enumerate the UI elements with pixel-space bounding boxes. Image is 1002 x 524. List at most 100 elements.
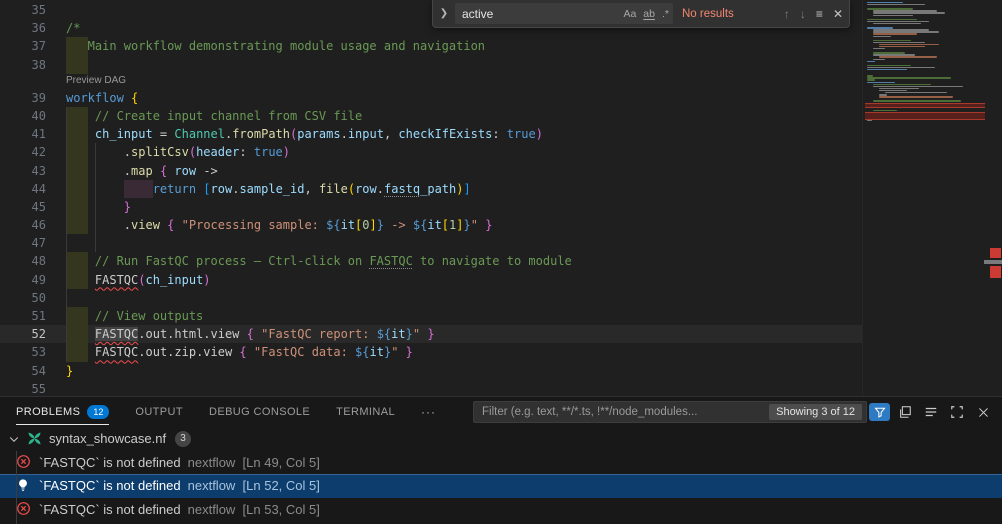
line-number: 55 (0, 380, 46, 396)
code-line-53[interactable]: 53 FASTQC.out.zip.view { "FastQC data: $… (0, 343, 1002, 361)
line-number: 46 (0, 216, 46, 234)
filter-funnel-icon[interactable] (869, 403, 890, 421)
bottom-panel: PROBLEMS 12 OUTPUT DEBUG CONSOLE TERMINA… (0, 396, 1002, 524)
close-icon[interactable]: ✕ (833, 7, 843, 21)
indent-guide (95, 143, 96, 252)
code-line-51[interactable]: 51 // View outputs (0, 307, 1002, 325)
find-input[interactable]: active Aa ab .* (455, 3, 673, 24)
lightbulb-icon (16, 478, 32, 494)
regex-icon[interactable]: .* (662, 8, 669, 20)
scope-band (66, 307, 88, 325)
code-line-50[interactable]: 50 (0, 289, 1002, 307)
line-number: 51 (0, 307, 46, 325)
minimap[interactable] (862, 0, 1002, 396)
error-icon (16, 454, 32, 470)
line-number: 52 (0, 325, 46, 343)
minimap-error-highlight (865, 112, 985, 120)
code-line-37[interactable]: 37 * Main workflow demonstrating module … (0, 37, 1002, 55)
line-number: 48 (0, 252, 46, 270)
chevron-down-icon[interactable] (6, 433, 22, 445)
scope-band (66, 107, 88, 125)
scope-band (66, 198, 88, 216)
problem-row[interactable]: `FASTQC` is not defined nextflow [Ln 49, … (0, 451, 1002, 475)
problem-message: `FASTQC` is not defined (39, 455, 181, 470)
find-in-selection-icon[interactable]: ≡ (816, 7, 823, 21)
problems-tree: syntax_showcase.nf 3 `FASTQC` is not def… (0, 427, 1002, 521)
overview-ruler (984, 0, 1002, 396)
line-number: 50 (0, 289, 46, 307)
find-next-icon[interactable]: ↓ (800, 7, 806, 21)
code-line-43[interactable]: 43 .map { row -> (0, 162, 1002, 180)
tab-output[interactable]: OUTPUT (135, 397, 183, 427)
line-number: 44 (0, 180, 46, 198)
scope-band (66, 37, 88, 55)
ruler-error-mark (990, 248, 1001, 258)
whole-word-icon[interactable]: ab (643, 8, 655, 20)
problem-row[interactable]: `FASTQC` is not definednextflow [Ln 52, … (0, 474, 1002, 498)
tab-debug-console[interactable]: DEBUG CONSOLE (209, 397, 310, 427)
more-tabs-icon[interactable]: ··· (421, 405, 436, 419)
scope-band (66, 216, 88, 234)
line-number: 53 (0, 343, 46, 361)
code-line-47[interactable]: 47 (0, 234, 1002, 252)
find-results-status: No results (682, 8, 774, 20)
line-number: 47 (0, 234, 46, 252)
filter-placeholder: Filter (e.g. text, **/*.ts, !**/node_mod… (482, 406, 763, 418)
code-line-48[interactable]: 48 // Run FastQC process – Ctrl-click on… (0, 252, 1002, 270)
problems-file-row[interactable]: syntax_showcase.nf 3 (0, 427, 1002, 451)
nextflow-file-icon (26, 431, 43, 446)
line-number: 40 (0, 107, 46, 125)
ruler-error-mark (990, 266, 1001, 278)
scope-band (66, 56, 88, 74)
code-line-39[interactable]: 39workflow { (0, 89, 1002, 107)
problem-message: `FASTQC` is not defined (39, 502, 181, 517)
line-number: 37 (0, 37, 46, 55)
tab-terminal[interactable]: TERMINAL (336, 397, 395, 427)
match-case-icon[interactable]: Aa (623, 8, 636, 20)
collapse-all-icon[interactable] (894, 401, 916, 423)
code-line-38[interactable]: 38 */ (0, 56, 1002, 74)
line-number: 35 (0, 1, 46, 19)
close-panel-icon[interactable] (972, 401, 994, 423)
problems-filter-input[interactable]: Filter (e.g. text, **/*.ts, !**/node_mod… (473, 401, 867, 423)
code-line-40[interactable]: 40 // Create input channel from CSV file (0, 107, 1002, 125)
line-number: 42 (0, 143, 46, 161)
code-line-49[interactable]: 49 FASTQC(ch_input) (0, 271, 1002, 289)
scope-band (66, 125, 88, 143)
code-line-52[interactable]: 52 FASTQC.out.html.view { "FastQC report… (0, 325, 1002, 343)
scope-band (66, 162, 88, 180)
tab-problems[interactable]: PROBLEMS 12 (16, 397, 109, 427)
find-query[interactable]: active (462, 7, 616, 21)
code-lines: 3536/*37 * Main workflow demonstrating m… (0, 1, 1002, 396)
indent-guide (66, 107, 67, 362)
problem-source-location: nextflow [Ln 49, Col 5] (188, 455, 320, 470)
line-number: 49 (0, 271, 46, 289)
maximize-panel-icon[interactable] (946, 401, 968, 423)
codelens-preview-dag[interactable]: Preview DAG (0, 74, 1002, 89)
code-line-45[interactable]: 45 } (0, 198, 1002, 216)
code-line-42[interactable]: 42 .splitCsv(header: true) (0, 143, 1002, 161)
code-line-54[interactable]: 54} (0, 362, 1002, 380)
code-line-55[interactable]: 55 (0, 380, 1002, 396)
editor[interactable]: 3536/*37 * Main workflow demonstrating m… (0, 0, 1002, 396)
problem-source-location: nextflow [Ln 53, Col 5] (188, 502, 320, 517)
tree-indent-guide (16, 451, 17, 524)
problem-row[interactable]: `FASTQC` is not defined nextflow [Ln 53, … (0, 498, 1002, 522)
problems-count-badge: 12 (87, 405, 109, 419)
line-number: 41 (0, 125, 46, 143)
code-line-46[interactable]: 46 .view { "Processing sample: ${it[0]} … (0, 216, 1002, 234)
scope-band (66, 271, 88, 289)
file-problem-count-badge: 3 (175, 431, 191, 447)
error-icon (16, 501, 32, 517)
vscode-window: 3536/*37 * Main workflow demonstrating m… (0, 0, 1002, 524)
whitespace-highlight (124, 180, 153, 198)
toggle-replace-chevron-icon[interactable]: ❯ (437, 3, 451, 25)
minimap-content (867, 2, 985, 124)
scope-band (66, 325, 88, 343)
view-as-table-icon[interactable] (920, 401, 942, 423)
find-previous-icon[interactable]: ↑ (784, 7, 790, 21)
scope-band (66, 343, 88, 361)
code-line-41[interactable]: 41 ch_input = Channel.fromPath(params.in… (0, 125, 1002, 143)
file-name: syntax_showcase.nf (49, 431, 166, 446)
line-number: 43 (0, 162, 46, 180)
